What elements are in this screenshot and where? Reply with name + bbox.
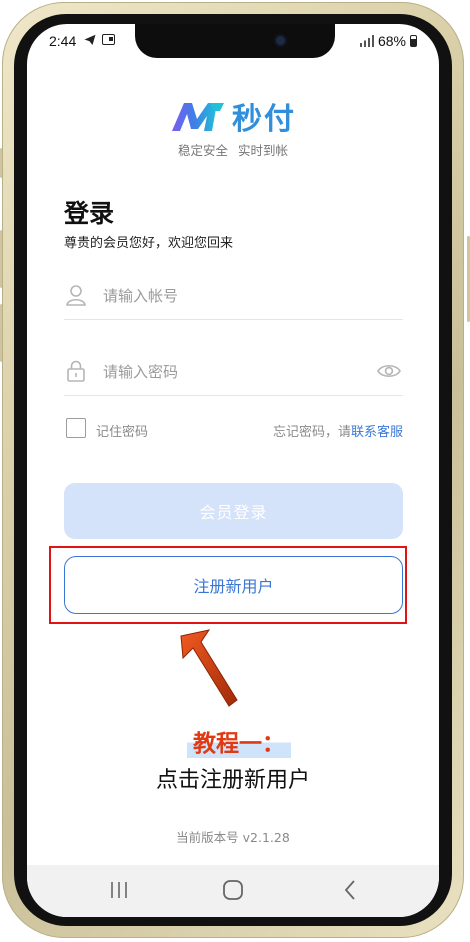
page-title: 登录 bbox=[64, 199, 115, 228]
brand-logo-icon bbox=[172, 103, 224, 131]
android-nav-bar bbox=[27, 865, 439, 917]
contact-support-link[interactable]: 联系客服 bbox=[351, 425, 403, 440]
notch bbox=[135, 24, 335, 58]
account-field[interactable]: 请输入帐号 bbox=[64, 269, 403, 320]
remember-label: 记住密码 bbox=[96, 425, 149, 440]
password-input[interactable]: 请输入密码 bbox=[103, 361, 178, 382]
recents-icon[interactable] bbox=[107, 879, 131, 901]
account-input[interactable]: 请输入帐号 bbox=[103, 285, 178, 306]
status-time: 2:44 bbox=[49, 33, 77, 49]
brand-name: 秒付 bbox=[232, 102, 296, 137]
brand-row: 秒付 bbox=[170, 94, 296, 138]
version-label: 当前版本号 v2.1.28 bbox=[176, 830, 290, 845]
lock-icon bbox=[67, 360, 85, 382]
register-button[interactable]: 注册新用户 bbox=[64, 556, 403, 614]
tutorial-title: 教程一： bbox=[187, 724, 291, 758]
brand: 秒付 稳定安全 实时到帐 bbox=[27, 94, 439, 159]
camera-icon bbox=[274, 34, 287, 47]
status-right: 68% bbox=[359, 33, 417, 49]
stage: 2:44 68% 秒付 稳定安全 实时到帐 登录 尊贵的会员您好，欢迎您回来 请… bbox=[0, 0, 470, 942]
home-icon[interactable] bbox=[221, 879, 245, 901]
status-icons-left bbox=[84, 34, 115, 46]
battery-percent: 68% bbox=[377, 33, 406, 49]
eye-icon[interactable] bbox=[377, 363, 401, 379]
screen: 2:44 68% 秒付 稳定安全 实时到帐 登录 尊贵的会员您好，欢迎您回来 请… bbox=[27, 24, 439, 917]
arrow-icon bbox=[180, 629, 238, 707]
user-icon bbox=[66, 285, 86, 306]
password-field[interactable]: 请输入密码 bbox=[64, 345, 403, 396]
cast-icon bbox=[102, 34, 115, 45]
forgot-prefix: 忘记密码，请 bbox=[272, 425, 351, 440]
signal-icon bbox=[359, 35, 374, 47]
tutorial-instruction: 点击注册新用户 bbox=[155, 768, 310, 793]
welcome-text: 尊贵的会员您好，欢迎您回来 bbox=[64, 236, 234, 251]
brand-slogan: 稳定安全 实时到帐 bbox=[178, 143, 288, 158]
login-button[interactable]: 会员登录 bbox=[64, 483, 403, 539]
remember-checkbox[interactable] bbox=[66, 418, 86, 438]
battery-icon bbox=[410, 35, 417, 47]
forgot-password: 忘记密码，请联系客服 bbox=[273, 421, 403, 440]
back-icon[interactable] bbox=[339, 879, 363, 901]
telegram-icon bbox=[84, 34, 96, 45]
